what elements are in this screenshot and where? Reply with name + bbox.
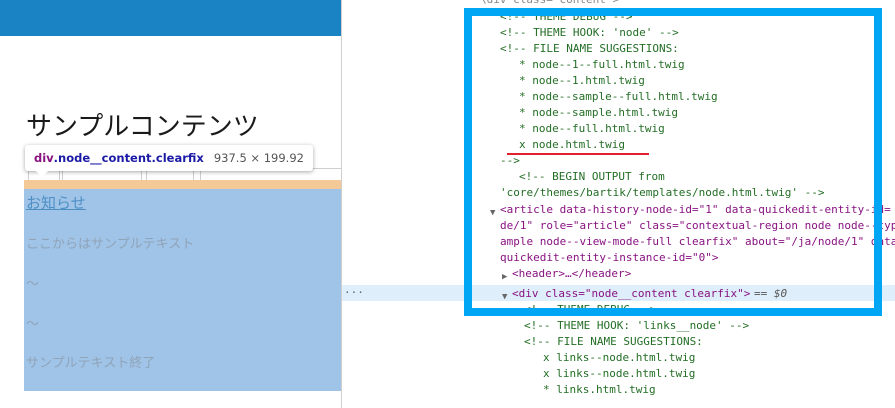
code-line-suggestion[interactable]: x links--node.html.twig <box>543 366 695 382</box>
expand-triangle-icon[interactable]: ▼ <box>490 205 495 221</box>
body-text: ～ <box>26 317 40 332</box>
console-ref-badge: == $0 <box>754 287 788 300</box>
code-line-suggestion-active[interactable]: x node.html.twig <box>519 137 625 153</box>
code-line-comment[interactable]: <!-- THEME DEBUG --> <box>524 302 656 318</box>
body-text: ～ <box>26 277 40 292</box>
margin-highlight <box>24 180 341 189</box>
tooltip-size: 937.5 × 199.92 <box>213 151 304 165</box>
code-line-header[interactable]: <header>…</header> <box>512 266 631 282</box>
expand-triangle-icon[interactable]: ▼ <box>502 289 507 305</box>
tooltip-arrow <box>35 170 49 177</box>
code-line-comment[interactable]: <!-- THEME HOOK: 'node' --> <box>500 25 679 41</box>
code-line-comment[interactable]: <!-- BEGIN OUTPUT from <box>519 169 665 185</box>
code-line-comment[interactable]: <!-- THEME HOOK: 'links__node' --> <box>524 318 749 334</box>
tooltip-classes: .node__content.clearfix <box>53 151 204 165</box>
code-line-suggestion[interactable]: * node--1.html.twig <box>519 73 645 89</box>
code-line-comment[interactable]: 'core/themes/bartik/templates/node.html.… <box>500 185 825 201</box>
site-header-bar <box>0 0 341 36</box>
collapsed-triangle-icon[interactable]: ▶ <box>502 269 507 285</box>
code-line-fragment: \div class= content > <box>480 0 619 8</box>
code-line-suggestion[interactable]: * node--sample.html.twig <box>519 105 678 121</box>
code-line-div-selected[interactable]: <div class="node__content clearfix"> <box>512 286 750 302</box>
devtools-elements-panel: ··· \div class= content > <!-- THEME DEB… <box>341 0 895 408</box>
tooltip-tag: div <box>34 151 54 165</box>
code-line-suggestion[interactable]: * node--sample--full.html.twig <box>519 89 718 105</box>
code-line-suggestion[interactable]: * node--1--full.html.twig <box>519 57 685 73</box>
more-options-icon[interactable]: ··· <box>344 286 364 299</box>
body-text: ここからはサンプルテキスト <box>26 237 195 252</box>
page-title: サンプルコンテンツ <box>26 112 259 142</box>
page-viewport: サンプルコンテンツ お知らせ ここからはサンプルテキスト ～ ～ サンプルテキス… <box>0 0 341 408</box>
code-line-article[interactable]: quickedit-entity-instance-id="0"> <box>500 250 719 266</box>
notice-link[interactable]: お知らせ <box>26 192 86 213</box>
code-line-suggestion[interactable]: * node--full.html.twig <box>519 121 665 137</box>
code-line-comment[interactable]: <!-- THEME DEBUG --> <box>500 9 632 25</box>
code-line-article[interactable]: ample node--view-mode-full clearfix" abo… <box>500 234 895 250</box>
body-text: サンプルテキスト終了 <box>26 356 156 371</box>
annotation-red-underline <box>507 153 649 155</box>
code-line-comment[interactable]: --> <box>500 153 520 169</box>
code-line-article[interactable]: <article data-history-node-id="1" data-q… <box>500 202 891 218</box>
code-line-suggestion[interactable]: * links.html.twig <box>543 382 656 398</box>
code-line-comment[interactable]: <!-- FILE NAME SUGGESTIONS: <box>524 334 703 350</box>
code-line-comment[interactable]: <!-- FILE NAME SUGGESTIONS: <box>500 41 679 57</box>
code-line-suggestion[interactable]: x links--node.html.twig <box>543 350 695 366</box>
element-inspect-tooltip: div .node__content.clearfix 937.5 × 199.92 <box>25 145 313 171</box>
code-line-article[interactable]: de/1" role="article" class="contextual-r… <box>500 218 895 234</box>
